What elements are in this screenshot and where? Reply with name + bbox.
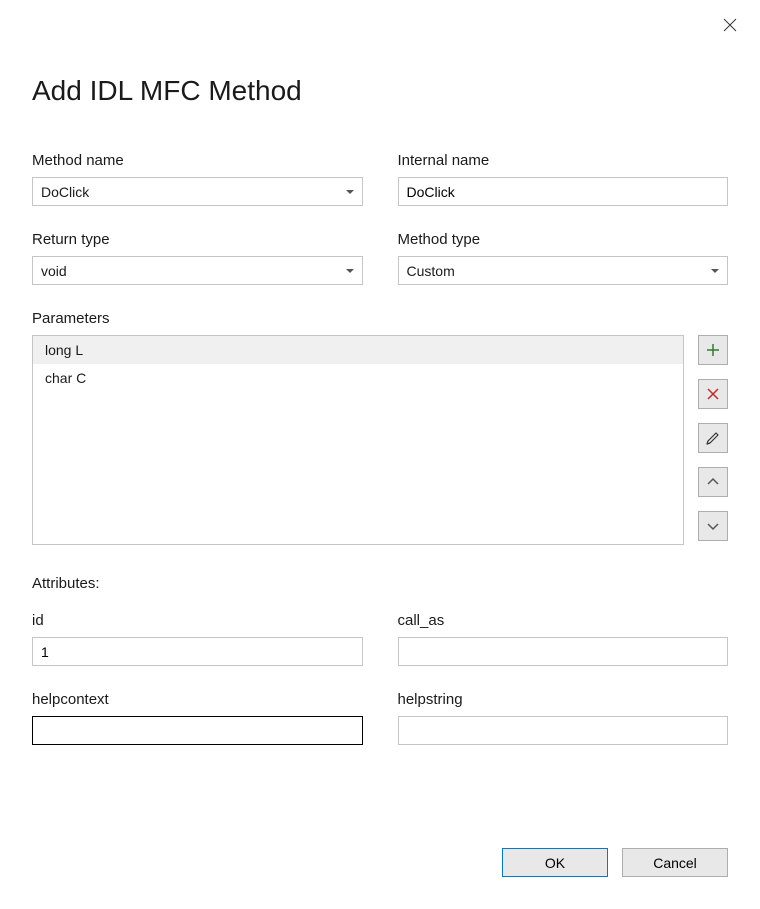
chevron-down-icon	[705, 518, 721, 534]
chevron-up-icon	[705, 474, 721, 490]
delete-parameter-button[interactable]	[698, 379, 728, 409]
method-name-label: Method name	[32, 152, 363, 169]
close-button[interactable]	[720, 15, 740, 35]
method-name-value: DoClick	[41, 184, 89, 200]
method-type-combo[interactable]: Custom	[398, 256, 729, 285]
cancel-button[interactable]: Cancel	[622, 848, 728, 877]
helpcontext-input[interactable]	[32, 716, 363, 745]
close-icon	[723, 18, 737, 32]
dialog-title: Add IDL MFC Method	[32, 75, 728, 107]
x-icon	[705, 386, 721, 402]
id-label: id	[32, 612, 363, 629]
return-type-label: Return type	[32, 231, 363, 248]
chevron-down-icon	[346, 190, 354, 194]
pencil-icon	[705, 430, 721, 446]
return-type-value: void	[41, 263, 67, 279]
add-parameter-button[interactable]	[698, 335, 728, 365]
return-type-combo[interactable]: void	[32, 256, 363, 285]
chevron-down-icon	[711, 269, 719, 273]
helpstring-label: helpstring	[398, 691, 729, 708]
helpstring-input[interactable]	[398, 716, 729, 745]
helpcontext-label: helpcontext	[32, 691, 363, 708]
call-as-label: call_as	[398, 612, 729, 629]
method-type-value: Custom	[407, 263, 455, 279]
move-up-button[interactable]	[698, 467, 728, 497]
method-name-combo[interactable]: DoClick	[32, 177, 363, 206]
internal-name-label: Internal name	[398, 152, 729, 169]
parameters-list[interactable]: long Lchar C	[32, 335, 684, 545]
id-input[interactable]	[32, 637, 363, 666]
move-down-button[interactable]	[698, 511, 728, 541]
parameter-item[interactable]: long L	[33, 336, 683, 364]
parameters-label: Parameters	[32, 310, 728, 327]
attributes-label: Attributes:	[32, 575, 728, 592]
chevron-down-icon	[346, 269, 354, 273]
parameter-item[interactable]: char C	[33, 364, 683, 392]
edit-parameter-button[interactable]	[698, 423, 728, 453]
plus-icon	[705, 342, 721, 358]
call-as-input[interactable]	[398, 637, 729, 666]
internal-name-input[interactable]	[398, 177, 729, 206]
ok-button[interactable]: OK	[502, 848, 608, 877]
method-type-label: Method type	[398, 231, 729, 248]
